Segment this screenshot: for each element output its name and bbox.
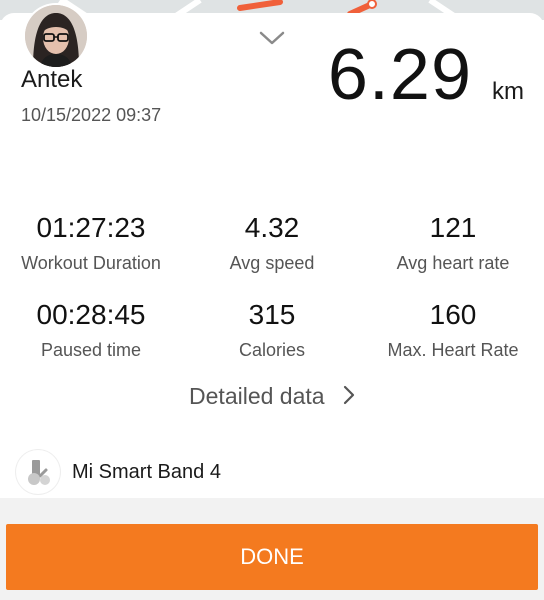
detailed-data-link[interactable]: Detailed data xyxy=(0,383,544,411)
stat-value: 01:27:23 xyxy=(36,212,146,243)
stat-label: Avg speed xyxy=(229,253,315,273)
mi-band-icon xyxy=(16,450,60,494)
done-button[interactable]: DONE xyxy=(6,524,538,590)
device-name: Mi Smart Band 4 xyxy=(72,460,221,483)
workout-date: 10/15/2022 09:37 xyxy=(21,105,162,125)
stat-avg-speed: 4.32 Avg speed xyxy=(181,212,363,274)
chevron-right-icon xyxy=(343,384,355,411)
stat-label: Paused time xyxy=(40,340,142,360)
stat-calories: 315 Calories xyxy=(181,299,363,361)
stat-paused-time: 00:28:45 Paused time xyxy=(0,299,182,361)
avatar[interactable] xyxy=(25,5,87,67)
stat-value: 4.32 xyxy=(244,212,300,243)
stat-label: Workout Duration xyxy=(21,253,161,273)
stat-value: 160 xyxy=(429,299,477,330)
stat-value: 121 xyxy=(429,212,477,243)
stat-max-heart-rate: 160 Max. Heart Rate xyxy=(362,299,544,361)
stat-avg-heart-rate: 121 Avg heart rate xyxy=(362,212,544,274)
distance-value: 6.29 xyxy=(327,35,472,115)
user-name: Antek xyxy=(21,66,83,93)
stat-workout-duration: 01:27:23 Workout Duration xyxy=(0,212,182,274)
stat-label: Max. Heart Rate xyxy=(387,340,519,360)
detailed-data-label: Detailed data xyxy=(189,383,325,409)
stat-label: Calories xyxy=(238,340,306,360)
device-row[interactable]: Mi Smart Band 4 xyxy=(16,450,221,494)
stat-value: 315 xyxy=(248,299,296,330)
stat-label: Avg heart rate xyxy=(396,253,510,273)
distance-display: 6.29 km xyxy=(328,34,524,116)
distance-unit: km xyxy=(492,78,524,105)
stat-value: 00:28:45 xyxy=(36,299,146,330)
chevron-down-icon[interactable] xyxy=(258,29,286,47)
